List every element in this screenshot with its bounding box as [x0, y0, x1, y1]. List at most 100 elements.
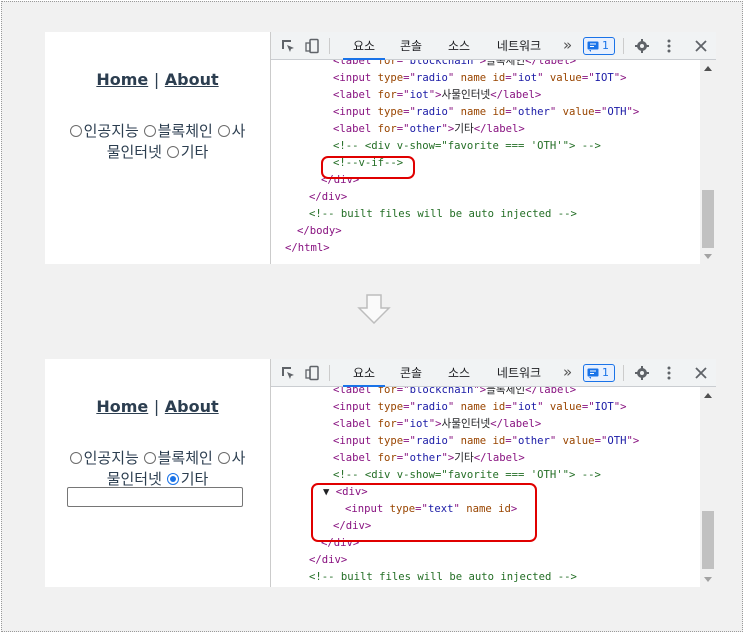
code-token: name id: [460, 435, 506, 447]
code-token: 블록체인: [486, 60, 526, 67]
code-token: =": [403, 72, 416, 84]
tab-network[interactable]: 네트워크: [489, 359, 549, 387]
inspect-element-icon[interactable]: [280, 365, 296, 381]
code-token: =": [505, 106, 519, 118]
code-token: for: [377, 452, 397, 464]
dom-tree-line[interactable]: <!-- <div v-show="favorite === 'OTH'"> -…: [333, 138, 601, 155]
scroll-up-arrow-icon[interactable]: [704, 393, 712, 398]
device-toolbar-icon[interactable]: [305, 365, 321, 381]
code-token: ">: [613, 72, 627, 84]
close-icon[interactable]: [693, 38, 709, 54]
code-token: <!-- <div v-show="favorite === 'OTH'"> -…: [333, 140, 601, 152]
dom-tree-line[interactable]: <label for="iot">사물인터넷</label>: [333, 87, 541, 104]
scroll-up-arrow-icon[interactable]: [704, 66, 712, 71]
dom-tree-line[interactable]: </div>: [309, 189, 347, 206]
dom-tree-line[interactable]: </div>: [309, 552, 347, 569]
code-token: <label: [333, 387, 378, 396]
code-token: </label>: [525, 387, 577, 396]
code-token: ">: [441, 123, 455, 135]
code-token: <input: [333, 435, 378, 447]
code-token: =": [505, 401, 519, 413]
code-token: =": [396, 123, 410, 135]
dom-tree-line[interactable]: <!-- <div v-show="favorite === 'OTH'"> -…: [333, 467, 601, 484]
home-link[interactable]: Home: [96, 397, 148, 416]
tab-elements[interactable]: 요소: [343, 32, 385, 60]
code-token: </label>: [473, 452, 525, 464]
arrow-down-icon: [357, 294, 391, 324]
tab-elements[interactable]: 요소: [343, 359, 385, 387]
device-toolbar-icon[interactable]: [305, 38, 321, 54]
radio-other-checked[interactable]: [166, 473, 179, 485]
favorite-radio-group: 인공지능 블록체인 사 물인터넷 기타: [49, 121, 266, 163]
radio-label-other: 기타: [180, 143, 209, 161]
code-token: </label>: [490, 89, 542, 101]
about-link[interactable]: About: [165, 397, 219, 416]
code-token: ">: [428, 418, 442, 430]
scrollbar-thumb[interactable]: [702, 190, 714, 248]
dom-tree-scrollbar[interactable]: [700, 60, 716, 264]
radio-ai[interactable]: [69, 452, 82, 464]
dom-tree-line[interactable]: <input type="radio" name id="other" valu…: [333, 104, 639, 121]
code-token: OTH: [607, 435, 627, 447]
other-text-input[interactable]: [67, 487, 243, 507]
code-token: ": [537, 72, 550, 84]
code-token: ">: [613, 401, 627, 413]
radio-other[interactable]: [166, 146, 179, 158]
about-link[interactable]: About: [165, 70, 219, 89]
radio-blockchain[interactable]: [143, 452, 156, 464]
inspect-element-icon[interactable]: [280, 38, 296, 54]
dom-tree-line[interactable]: </body>: [297, 223, 342, 240]
tab-console[interactable]: 콘솔: [391, 32, 431, 60]
code-token: ">: [626, 435, 640, 447]
radio-iot[interactable]: [217, 452, 230, 464]
tab-console[interactable]: 콘솔: [391, 359, 431, 387]
code-token: name id: [460, 72, 506, 84]
more-tabs-button[interactable]: »: [563, 32, 572, 60]
devtools-toolbar: 요소 콘솔 소스 네트워크 » 1: [271, 359, 716, 387]
home-link[interactable]: Home: [96, 70, 148, 89]
dom-tree-line[interactable]: <label for="blockchain">블록체인</label>: [333, 387, 576, 399]
tab-network[interactable]: 네트워크: [489, 32, 549, 60]
radio-ai[interactable]: [69, 125, 82, 137]
scrollbar-thumb[interactable]: [702, 511, 714, 569]
scroll-down-arrow-icon[interactable]: [704, 577, 712, 582]
close-icon[interactable]: [693, 365, 709, 381]
code-token: </body>: [297, 225, 342, 237]
gear-icon[interactable]: [634, 365, 650, 381]
more-tabs-button[interactable]: »: [563, 359, 572, 387]
kebab-menu-icon[interactable]: [661, 365, 677, 381]
code-token: 사물인터넷: [441, 418, 491, 430]
dom-tree-line[interactable]: <!-- built files will be auto injected -…: [309, 569, 577, 586]
code-token: for: [377, 89, 397, 101]
code-token: <label: [333, 89, 378, 101]
radio-iot[interactable]: [217, 125, 230, 137]
code-token: value: [549, 72, 582, 84]
dom-tree-line[interactable]: <label for="other">기타</label>: [333, 121, 525, 138]
dom-tree-line[interactable]: <input type="radio" name id="other" valu…: [333, 433, 639, 450]
scroll-down-arrow-icon[interactable]: [704, 254, 712, 259]
code-token: </div>: [309, 554, 348, 566]
code-token: name id: [460, 401, 506, 413]
message-icon: [587, 41, 599, 52]
code-token: <!-- <div v-show="favorite === 'OTH'"> -…: [333, 469, 601, 481]
code-token: other: [409, 123, 442, 135]
code-token: <!-- built files will be auto injected -…: [309, 571, 577, 583]
dom-tree-line[interactable]: </html>: [285, 240, 330, 257]
issues-badge[interactable]: 1: [583, 37, 615, 55]
kebab-menu-icon[interactable]: [661, 38, 677, 54]
dom-tree-line[interactable]: <label for="blockchain">블록체인</label>: [333, 60, 576, 70]
code-token: value: [549, 401, 582, 413]
dom-tree-line[interactable]: <label for="other">기타</label>: [333, 450, 525, 467]
gear-icon[interactable]: [634, 38, 650, 54]
dom-tree-line[interactable]: <!-- built files will be auto injected -…: [309, 206, 577, 223]
radio-blockchain[interactable]: [143, 125, 156, 137]
dom-tree-line[interactable]: <label for="iot">사물인터넷</label>: [333, 416, 541, 433]
dom-tree-line[interactable]: <input type="radio" name id="iot" value=…: [333, 70, 626, 87]
code-token: <input: [333, 401, 378, 413]
issues-badge[interactable]: 1: [583, 364, 615, 382]
code-token: iot: [409, 89, 429, 101]
tab-sources[interactable]: 소스: [439, 32, 479, 60]
tab-sources[interactable]: 소스: [439, 359, 479, 387]
dom-tree-scrollbar[interactable]: [700, 387, 716, 587]
dom-tree-line[interactable]: <input type="radio" name id="iot" value=…: [333, 399, 626, 416]
